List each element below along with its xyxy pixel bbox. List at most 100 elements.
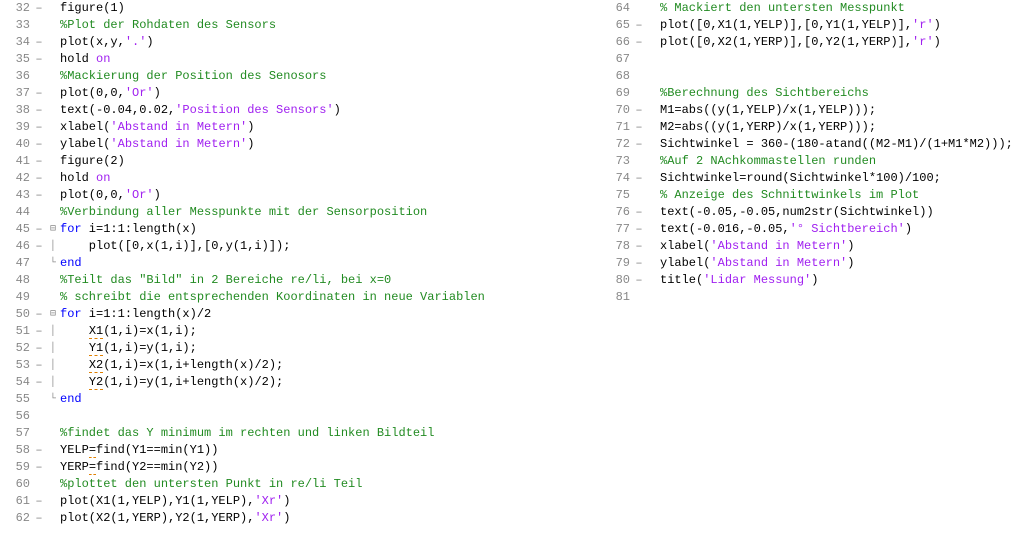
breakpoint-marker[interactable]: – bbox=[632, 136, 646, 153]
code-line[interactable]: 69%Berechnung des Sichtbereichs bbox=[600, 85, 1018, 102]
code-line[interactable]: 38–text(-0.04,0.02,'Position des Sensors… bbox=[0, 102, 600, 119]
code-text[interactable]: plot(x,y,'.') bbox=[60, 34, 600, 51]
code-line[interactable]: 74–Sichtwinkel=round(Sichtwinkel*100)/10… bbox=[600, 170, 1018, 187]
code-text[interactable]: X1(1,i)=x(1,i); bbox=[60, 323, 600, 340]
code-text[interactable]: %Plot der Rohdaten des Sensors bbox=[60, 17, 600, 34]
code-text[interactable]: plot([0,X2(1,YERP)],[0,Y2(1,YERP)],'r') bbox=[660, 34, 1018, 51]
code-text[interactable]: %plottet den untersten Punkt in re/li Te… bbox=[60, 476, 600, 493]
code-text[interactable]: title('Lidar Messung') bbox=[660, 272, 1018, 289]
breakpoint-marker[interactable]: – bbox=[32, 323, 46, 340]
code-line[interactable]: 64% Mackiert den untersten Messpunkt bbox=[600, 0, 1018, 17]
fold-icon[interactable]: ⊟ bbox=[46, 221, 60, 238]
code-text[interactable]: % schreibt die entsprechenden Koordinate… bbox=[60, 289, 600, 306]
code-line[interactable]: 66–plot([0,X2(1,YERP)],[0,Y2(1,YERP)],'r… bbox=[600, 34, 1018, 51]
code-line[interactable]: 42–hold on bbox=[0, 170, 600, 187]
code-text[interactable]: % Mackiert den untersten Messpunkt bbox=[660, 0, 1018, 17]
code-line[interactable]: 53–│ X2(1,i)=x(1,i+length(x)/2); bbox=[0, 357, 600, 374]
code-text[interactable]: plot([0,x(1,i)],[0,y(1,i)]); bbox=[60, 238, 600, 255]
code-line[interactable]: 62–plot(X2(1,YERP),Y2(1,YERP),'Xr') bbox=[0, 510, 600, 527]
code-line[interactable]: 79–ylabel('Abstand in Metern') bbox=[600, 255, 1018, 272]
breakpoint-marker[interactable]: – bbox=[32, 85, 46, 102]
code-line[interactable]: 55└end bbox=[0, 391, 600, 408]
code-line[interactable]: 72–Sichtwinkel = 360-(180-atand((M2-M1)/… bbox=[600, 136, 1018, 153]
code-text[interactable]: plot(0,0,'Or') bbox=[60, 85, 600, 102]
breakpoint-marker[interactable]: – bbox=[632, 272, 646, 289]
code-line[interactable]: 68 bbox=[600, 68, 1018, 85]
code-line[interactable]: 77–text(-0.016,-0.05,'° Sichtbereich') bbox=[600, 221, 1018, 238]
code-line[interactable]: 65–plot([0,X1(1,YELP)],[0,Y1(1,YELP)],'r… bbox=[600, 17, 1018, 34]
code-text[interactable]: Sichtwinkel = 360-(180-atand((M2-M1)/(1+… bbox=[660, 136, 1018, 153]
code-line[interactable]: 40–ylabel('Abstand in Metern') bbox=[0, 136, 600, 153]
code-line[interactable]: 37–plot(0,0,'Or') bbox=[0, 85, 600, 102]
breakpoint-marker[interactable]: – bbox=[32, 238, 46, 255]
code-text[interactable]: xlabel('Abstand in Metern') bbox=[660, 238, 1018, 255]
code-text[interactable]: end bbox=[60, 391, 600, 408]
code-line[interactable]: 36%Mackierung der Position des Senosors bbox=[0, 68, 600, 85]
code-line[interactable]: 35–hold on bbox=[0, 51, 600, 68]
code-line[interactable]: 75% Anzeige des Schnittwinkels im Plot bbox=[600, 187, 1018, 204]
code-line[interactable]: 44%Verbindung aller Messpunkte mit der S… bbox=[0, 204, 600, 221]
breakpoint-marker[interactable]: – bbox=[632, 204, 646, 221]
code-text[interactable]: figure(2) bbox=[60, 153, 600, 170]
code-text[interactable]: Y1(1,i)=y(1,i); bbox=[60, 340, 600, 357]
code-text[interactable]: YERP=find(Y2==min(Y2)) bbox=[60, 459, 600, 476]
code-line[interactable]: 67 bbox=[600, 51, 1018, 68]
breakpoint-marker[interactable]: – bbox=[32, 102, 46, 119]
code-line[interactable]: 71–M2=abs((y(1,YERP)/x(1,YERP))); bbox=[600, 119, 1018, 136]
code-line[interactable]: 61–plot(X1(1,YELP),Y1(1,YELP),'Xr') bbox=[0, 493, 600, 510]
code-text[interactable]: plot(X1(1,YELP),Y1(1,YELP),'Xr') bbox=[60, 493, 600, 510]
code-text[interactable]: %Teilt das "Bild" in 2 Bereiche re/li, b… bbox=[60, 272, 600, 289]
breakpoint-marker[interactable]: – bbox=[632, 34, 646, 51]
code-line[interactable]: 52–│ Y1(1,i)=y(1,i); bbox=[0, 340, 600, 357]
code-line[interactable]: 32–figure(1) bbox=[0, 0, 600, 17]
breakpoint-marker[interactable]: – bbox=[32, 374, 46, 391]
code-line[interactable]: 43–plot(0,0,'Or') bbox=[0, 187, 600, 204]
code-line[interactable]: 41–figure(2) bbox=[0, 153, 600, 170]
code-text[interactable]: %Berechnung des Sichtbereichs bbox=[660, 85, 1018, 102]
code-text[interactable]: % Anzeige des Schnittwinkels im Plot bbox=[660, 187, 1018, 204]
fold-icon[interactable]: ⊟ bbox=[46, 306, 60, 323]
code-text[interactable]: plot([0,X1(1,YELP)],[0,Y1(1,YELP)],'r') bbox=[660, 17, 1018, 34]
code-line[interactable]: 33%Plot der Rohdaten des Sensors bbox=[0, 17, 600, 34]
code-line[interactable]: 48%Teilt das "Bild" in 2 Bereiche re/li,… bbox=[0, 272, 600, 289]
code-text[interactable]: plot(0,0,'Or') bbox=[60, 187, 600, 204]
code-text[interactable]: text(-0.04,0.02,'Position des Sensors') bbox=[60, 102, 600, 119]
code-line[interactable]: 57%findet das Y minimum im rechten und l… bbox=[0, 425, 600, 442]
code-text[interactable]: hold on bbox=[60, 170, 600, 187]
code-text[interactable]: for i=1:1:length(x) bbox=[60, 221, 600, 238]
breakpoint-marker[interactable]: – bbox=[32, 119, 46, 136]
code-text[interactable]: %Mackierung der Position des Senosors bbox=[60, 68, 600, 85]
code-line[interactable]: 60%plottet den untersten Punkt in re/li … bbox=[0, 476, 600, 493]
breakpoint-marker[interactable]: – bbox=[632, 255, 646, 272]
code-line[interactable]: 46–│ plot([0,x(1,i)],[0,y(1,i)]); bbox=[0, 238, 600, 255]
code-line[interactable]: 56 bbox=[0, 408, 600, 425]
code-line[interactable]: 80–title('Lidar Messung') bbox=[600, 272, 1018, 289]
code-text[interactable]: figure(1) bbox=[60, 0, 600, 17]
breakpoint-marker[interactable]: – bbox=[32, 442, 46, 459]
code-text[interactable]: ylabel('Abstand in Metern') bbox=[60, 136, 600, 153]
code-text[interactable]: plot(X2(1,YERP),Y2(1,YERP),'Xr') bbox=[60, 510, 600, 527]
code-line[interactable]: 54–│ Y2(1,i)=y(1,i+length(x)/2); bbox=[0, 374, 600, 391]
breakpoint-marker[interactable]: – bbox=[32, 510, 46, 527]
code-text[interactable]: M2=abs((y(1,YERP)/x(1,YERP))); bbox=[660, 119, 1018, 136]
code-line[interactable]: 78–xlabel('Abstand in Metern') bbox=[600, 238, 1018, 255]
code-text[interactable]: end bbox=[60, 255, 600, 272]
code-line[interactable]: 51–│ X1(1,i)=x(1,i); bbox=[0, 323, 600, 340]
code-text[interactable]: %findet das Y minimum im rechten und lin… bbox=[60, 425, 600, 442]
breakpoint-marker[interactable]: – bbox=[32, 306, 46, 323]
code-line[interactable]: 59–YERP=find(Y2==min(Y2)) bbox=[0, 459, 600, 476]
code-line[interactable]: 70–M1=abs((y(1,YELP)/x(1,YELP))); bbox=[600, 102, 1018, 119]
code-line[interactable]: 45–⊟for i=1:1:length(x) bbox=[0, 221, 600, 238]
code-text[interactable]: Sichtwinkel=round(Sichtwinkel*100)/100; bbox=[660, 170, 1018, 187]
code-line[interactable]: 34–plot(x,y,'.') bbox=[0, 34, 600, 51]
breakpoint-marker[interactable]: – bbox=[632, 238, 646, 255]
breakpoint-marker[interactable]: – bbox=[32, 221, 46, 238]
breakpoint-marker[interactable]: – bbox=[32, 340, 46, 357]
code-line[interactable]: 73%Auf 2 NAchkommastellen runden bbox=[600, 153, 1018, 170]
breakpoint-marker[interactable]: – bbox=[32, 170, 46, 187]
code-text[interactable]: text(-0.016,-0.05,'° Sichtbereich') bbox=[660, 221, 1018, 238]
breakpoint-marker[interactable]: – bbox=[32, 357, 46, 374]
breakpoint-marker[interactable]: – bbox=[32, 493, 46, 510]
breakpoint-marker[interactable]: – bbox=[32, 0, 46, 17]
code-text[interactable]: hold on bbox=[60, 51, 600, 68]
